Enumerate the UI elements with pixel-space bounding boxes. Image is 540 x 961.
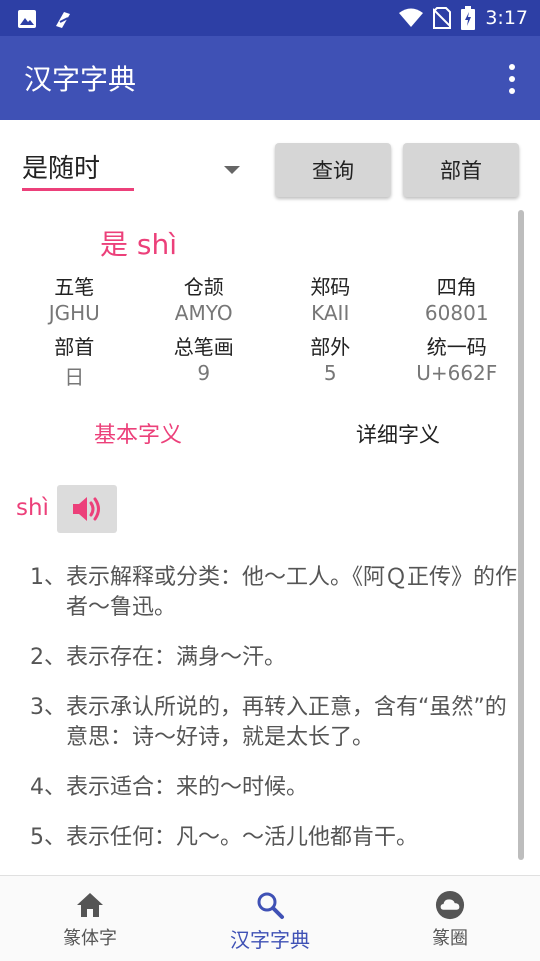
label-wubi: 五笔 xyxy=(54,275,95,299)
query-button[interactable]: 查询 xyxy=(275,143,391,197)
label-cangjie: 仓颉 xyxy=(183,275,224,299)
value-radical: 日 xyxy=(64,365,85,389)
value-sijiao: 60801 xyxy=(424,301,489,325)
definition-list: 1、表示解释或分类：他～工人。《阿Ｑ正传》的作者～鲁迅。 2、表示存在：满身～汗… xyxy=(30,563,520,869)
app-bar: 汉字字典 xyxy=(0,36,540,120)
app-notification-icon xyxy=(56,12,70,28)
label-total-strokes: 总笔画 xyxy=(173,335,234,359)
label-extra-strokes: 部外 xyxy=(310,335,351,359)
nav-item-seal-script[interactable]: 篆体字 xyxy=(0,876,180,961)
label-radical: 部首 xyxy=(54,335,95,359)
search-row: 查询 部首 xyxy=(0,140,540,200)
home-icon xyxy=(77,893,103,917)
nav-label: 汉字字典 xyxy=(230,928,310,952)
value-unicode: U+662F xyxy=(416,361,498,385)
bottom-navigation: 篆体字 汉字字典 篆圈 xyxy=(0,875,540,961)
character-info-table: 五笔 仓颉 郑码 四角 JGHU AMYO KAII 60801 部首 总笔画 … xyxy=(0,271,520,391)
nav-label: 篆圈 xyxy=(432,928,468,949)
search-input[interactable] xyxy=(22,144,134,191)
speaker-icon xyxy=(73,497,100,521)
value-wubi: JGHU xyxy=(48,301,100,325)
scrollbar[interactable] xyxy=(518,210,524,860)
nav-item-dictionary[interactable]: 汉字字典 xyxy=(180,876,360,961)
character-heading: 是 shì xyxy=(100,228,178,261)
label-zhengma: 郑码 xyxy=(310,275,351,299)
status-bar: 3:17 xyxy=(0,0,540,36)
wifi-icon xyxy=(399,8,424,27)
pinyin-label: shì xyxy=(16,495,49,521)
battery-charging-icon xyxy=(461,6,476,30)
definition-item: 2、表示存在：满身～汗。 xyxy=(30,645,286,670)
clock: 3:17 xyxy=(485,7,528,29)
tab-basic-meaning[interactable]: 基本字义 xyxy=(94,417,182,449)
overflow-menu-icon[interactable] xyxy=(506,64,518,94)
nav-item-seal-circle[interactable]: 篆圈 xyxy=(360,876,540,961)
definition-item: 3、表示承认所说的，再转入正意，含有“虽然”的意思：诗～好诗，就是太长了。 xyxy=(30,695,507,750)
definition-item: 5、表示任何：凡～。～活儿他都肯干。 xyxy=(30,825,418,850)
info-row-values-1: JGHU AMYO KAII 60801 xyxy=(0,301,520,331)
label-unicode: 统一码 xyxy=(426,335,487,359)
image-notification-icon xyxy=(18,10,36,28)
tab-detailed-meaning[interactable]: 详细字义 xyxy=(356,419,440,449)
play-sound-button[interactable] xyxy=(57,485,117,533)
info-row-labels-1: 五笔 仓颉 郑码 四角 xyxy=(0,271,520,301)
definition-item: 4、表示适合：来的～时候。 xyxy=(30,775,308,800)
search-icon xyxy=(257,892,284,919)
cloud-icon xyxy=(435,890,465,920)
label-sijiao: 四角 xyxy=(436,275,477,299)
value-total-strokes: 9 xyxy=(197,361,211,385)
nav-label: 篆体字 xyxy=(63,928,117,949)
app-title: 汉字字典 xyxy=(24,63,137,96)
info-row-values-2: 日 9 5 U+662F xyxy=(0,361,520,391)
value-extra-strokes: 5 xyxy=(323,361,337,385)
value-cangjie: AMYO xyxy=(174,301,233,325)
value-zhengma: KAII xyxy=(311,301,350,325)
definition-tabs: 基本字义 详细字义 xyxy=(0,417,520,457)
no-sim-icon xyxy=(433,7,452,29)
info-row-labels-2: 部首 总笔画 部外 统一码 xyxy=(0,331,520,361)
content-scroll[interactable]: 是 shì 五笔 仓颉 郑码 四角 JGHU AMYO KAII 60801 部… xyxy=(0,205,540,869)
definition-item: 1、表示解释或分类：他～工人。《阿Ｑ正传》的作者～鲁迅。 xyxy=(30,565,517,620)
dropdown-arrow-icon[interactable] xyxy=(224,166,240,174)
radical-button[interactable]: 部首 xyxy=(403,143,519,197)
